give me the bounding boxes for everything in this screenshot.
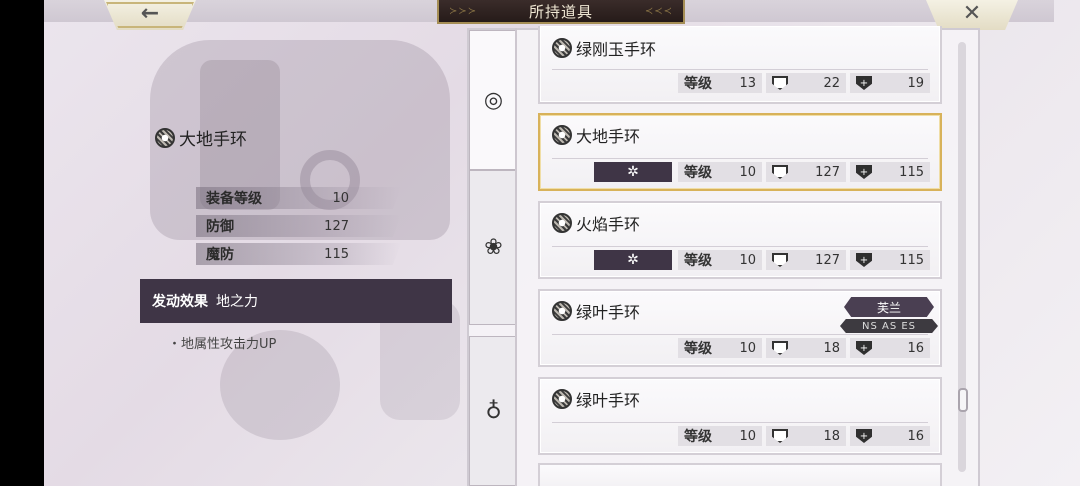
bracelet-icon: [552, 125, 572, 145]
effect-name: 地之力: [216, 294, 258, 310]
defense-stat: 18: [766, 338, 846, 358]
item-stats: 等级 10 18 +16: [678, 426, 930, 446]
item-name-row: 绿叶手环: [552, 387, 640, 411]
back-button[interactable]: ←: [104, 0, 196, 30]
page-title: ≻≻≻ 所持道具 ≺≺≺: [437, 0, 685, 24]
divider: [552, 422, 928, 423]
stat-label: 防御: [206, 219, 234, 235]
stat-value: 115: [324, 246, 349, 262]
item-name: 火焰手环: [576, 215, 641, 234]
item-name-row: 绿刚玉手环: [552, 36, 656, 60]
element-chip: ✲: [594, 250, 672, 270]
defense-stat: 22: [766, 73, 846, 93]
stat-row-level: 装备等级 10: [196, 187, 401, 209]
effect-bar: 发动效果 地之力: [140, 279, 452, 323]
bracelet-icon: ◎: [483, 87, 504, 113]
page-title-text: 所持道具: [528, 2, 593, 21]
item-stats: 等级 10 127 +115: [678, 250, 930, 270]
magic-defense-stat: +16: [850, 426, 930, 446]
magic-shield-icon: +: [856, 76, 872, 90]
close-icon: ✕: [962, 0, 982, 26]
ring-icon: ♁: [485, 398, 502, 424]
element-chip: ✲: [594, 162, 672, 182]
shield-icon: [772, 429, 788, 443]
divider: [552, 69, 928, 70]
bracelet-icon: [552, 38, 572, 58]
tab-amulet[interactable]: ❀: [469, 170, 517, 325]
tab-bracelet[interactable]: ◎: [469, 30, 517, 170]
item-stats: 等级 10 18 +16: [678, 338, 930, 358]
bracelet-icon: [552, 213, 572, 233]
stat-row-magic-defense: 魔防 115: [196, 243, 401, 265]
bracelet-icon: [155, 127, 175, 148]
divider: [552, 246, 928, 247]
magic-shield-icon: +: [856, 429, 872, 443]
item-name-row: 火焰手环: [552, 211, 640, 235]
stat-value: 127: [324, 218, 349, 234]
list-item[interactable]: 绿刚玉手环 等级 13 22 +19: [538, 26, 942, 104]
magic-defense-stat: +115: [850, 250, 930, 270]
defense-stat: 18: [766, 426, 846, 446]
shield-icon: [772, 76, 788, 90]
list-item[interactable]: 绿叶手环 芙兰 NS AS ES 等级 10 18 +16: [538, 289, 942, 367]
stat-row-defense: 防御 127: [196, 215, 401, 237]
level-stat: 等级 10: [678, 162, 762, 182]
magic-shield-icon: +: [856, 165, 872, 179]
divider: [552, 158, 928, 159]
magic-defense-stat: +115: [850, 162, 930, 182]
series-badge: NS AS ES: [840, 319, 938, 333]
defense-stat: 127: [766, 162, 846, 182]
item-name: 大地手环: [576, 127, 641, 146]
screen: ← ≻≻≻ 所持道具 ≺≺≺ ✕ 大地手环 装备等级 10 防御 127 魔防 …: [0, 0, 1080, 486]
item-name: 大地手环: [179, 130, 247, 150]
magic-shield-icon: +: [856, 253, 872, 267]
ornament-icon: ≺≺≺: [644, 6, 673, 17]
tab-ring[interactable]: ♁: [469, 336, 517, 486]
stat-label: 装备等级: [206, 191, 262, 207]
shield-icon: [772, 341, 788, 355]
bracelet-icon: [552, 389, 572, 409]
magic-defense-stat: +19: [850, 73, 930, 93]
panel-divider: [515, 28, 517, 486]
left-letterbox: [0, 0, 44, 486]
stat-value: 10: [332, 190, 349, 206]
list-item-selected[interactable]: 大地手环 ✲ 等级 10 127 +115: [538, 113, 942, 191]
ornament-icon: ≻≻≻: [449, 6, 478, 17]
scrollbar-thumb[interactable]: [958, 388, 968, 412]
list-item[interactable]: 火焰手环 ✲ 等级 10 127 +115: [538, 201, 942, 279]
level-stat: 等级 10: [678, 338, 762, 358]
level-stat: 等级 10: [678, 250, 762, 270]
effect-heading: 发动效果: [152, 294, 208, 310]
item-name: 绿刚玉手环: [576, 40, 657, 59]
magic-defense-stat: +16: [850, 338, 930, 358]
shield-icon: [772, 165, 788, 179]
item-stats: 等级 13 22 +19: [678, 73, 930, 93]
character-badge: 芙兰: [844, 297, 934, 317]
item-name: 绿叶手环: [576, 391, 641, 410]
divider: [552, 334, 928, 335]
item-detail-title: 大地手环: [155, 125, 247, 150]
back-arrow-icon: ←: [140, 0, 160, 26]
effect-description: ・地属性攻击力UP: [168, 337, 277, 352]
fire-element-icon: ✲: [627, 252, 639, 268]
list-item-partial[interactable]: [538, 463, 942, 486]
stat-label: 魔防: [206, 247, 234, 263]
item-name-row: 绿叶手环: [552, 299, 640, 323]
item-name-row: 大地手环: [552, 123, 640, 147]
item-name: 绿叶手环: [576, 303, 641, 322]
defense-stat: 127: [766, 250, 846, 270]
level-stat: 等级 13: [678, 73, 762, 93]
earth-element-icon: ✲: [627, 164, 639, 180]
list-item[interactable]: 绿叶手环 等级 10 18 +16: [538, 377, 942, 455]
bracelet-icon: [552, 301, 572, 321]
level-stat: 等级 10: [678, 426, 762, 446]
amulet-icon: ❀: [484, 235, 503, 260]
magic-shield-icon: +: [856, 341, 872, 355]
shield-icon: [772, 253, 788, 267]
item-stats: 等级 10 127 +115: [678, 162, 930, 182]
